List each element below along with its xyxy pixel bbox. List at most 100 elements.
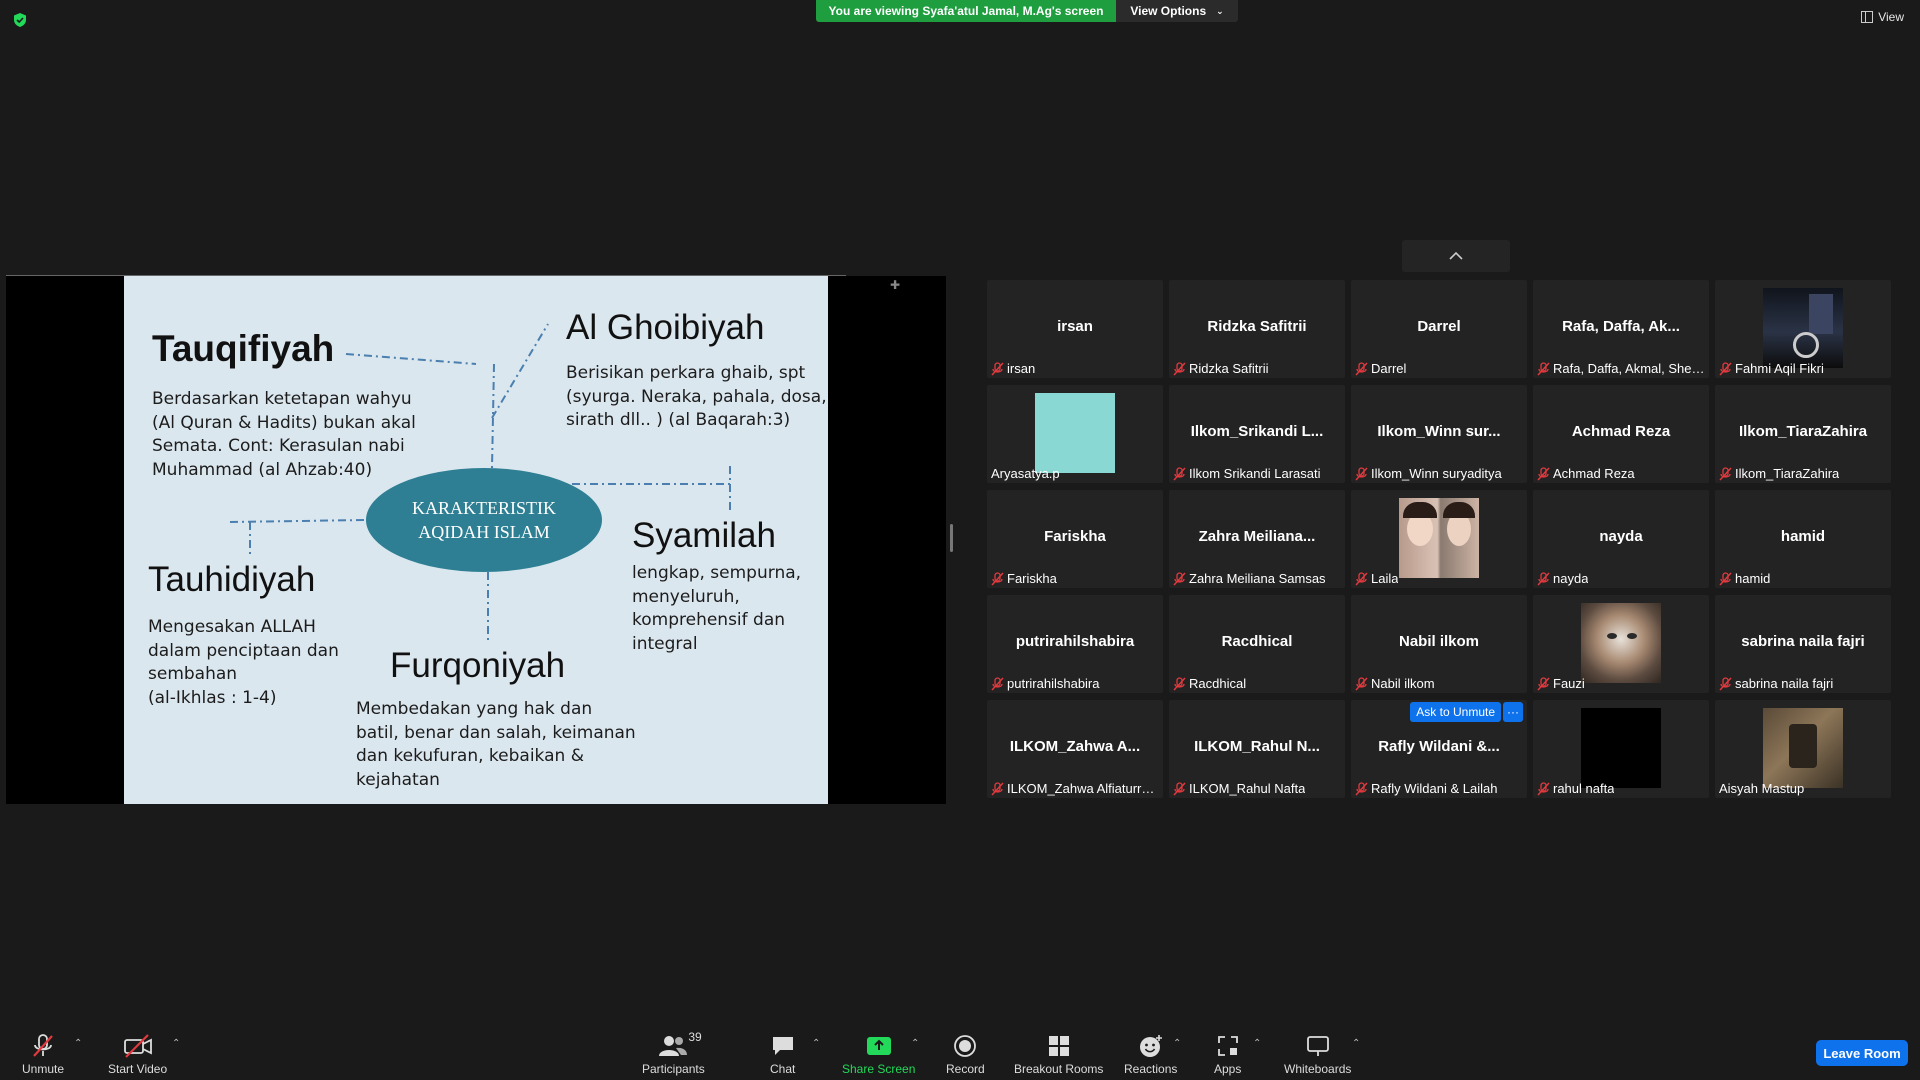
participant-video xyxy=(1399,498,1479,578)
video-options-caret-icon[interactable]: ⌃ xyxy=(172,1038,180,1049)
participant-tile[interactable]: Nabil ilkom Nabil ilkom xyxy=(1351,595,1527,693)
participant-tile[interactable]: Racdhical Racdhical xyxy=(1169,595,1345,693)
participant-label-text: Fariskha xyxy=(1007,571,1057,586)
mic-muted-icon xyxy=(991,676,1004,691)
exit-fullscreen-icon[interactable]: ✚ xyxy=(890,278,900,292)
breakout-rooms-label: Breakout Rooms xyxy=(1014,1062,1104,1076)
apps-options-caret-icon[interactable]: ⌃ xyxy=(1253,1038,1261,1049)
participant-tile[interactable]: sabrina naila fajri sabrina naila fajri xyxy=(1715,595,1891,693)
participant-tile[interactable]: Aryasatya.p xyxy=(987,385,1163,483)
whiteboards-button[interactable]: Whiteboards xyxy=(1284,1032,1351,1076)
more-options-button[interactable]: ··· xyxy=(1503,702,1523,722)
participant-name-label: Racdhical xyxy=(1173,676,1341,691)
share-screen-button[interactable]: Share Screen xyxy=(842,1032,915,1076)
breakout-rooms-button[interactable]: Breakout Rooms xyxy=(1014,1032,1103,1076)
participant-label-text: ILKOM_Rahul Nafta xyxy=(1189,781,1306,796)
participant-tile[interactable]: Rafa, Daffa, Ak... Rafa, Daffa, Akmal, Sh… xyxy=(1533,280,1709,378)
participant-display-name: ILKOM_Rahul N... xyxy=(1194,738,1320,755)
furqoniyah-title: Furqoniyah xyxy=(390,646,566,685)
participant-label-text: Aryasatya.p xyxy=(991,466,1060,481)
participant-display-name: Achmad Reza xyxy=(1571,423,1671,440)
participant-tile[interactable]: Darrel Darrel xyxy=(1351,280,1527,378)
participant-tile[interactable]: ILKOM_Rahul N... ILKOM_Rahul Nafta xyxy=(1169,700,1345,798)
participant-tile[interactable]: putrirahilshabira putrirahilshabira xyxy=(987,595,1163,693)
participant-tile[interactable]: Aisyah Mastup xyxy=(1715,700,1891,798)
participant-name-label: Fauzi xyxy=(1537,676,1705,691)
furqoniyah-text: Membedakan yang hak dan batil, benar dan… xyxy=(356,699,636,790)
mic-muted-icon xyxy=(1173,361,1186,376)
audio-options-caret-icon[interactable]: ⌃ xyxy=(74,1038,82,1049)
participant-label-text: Rafly Wildani & Lailah xyxy=(1371,781,1498,796)
gallery-page-up-button[interactable] xyxy=(1402,240,1510,272)
participant-tile[interactable]: Laila xyxy=(1351,490,1527,588)
participant-label-text: Racdhical xyxy=(1189,676,1247,691)
syamilah-text: lengkap, sempurna, menyeluruh, komprehen… xyxy=(632,563,802,654)
participant-tile[interactable]: Zahra Meiliana... Zahra Meiliana Samsas xyxy=(1169,490,1345,588)
participant-label-text: Ilkom Srikandi Larasati xyxy=(1189,466,1321,481)
security-shield-icon[interactable] xyxy=(12,12,28,28)
participant-tile[interactable]: Fauzi xyxy=(1533,595,1709,693)
shared-screen[interactable]: Tauqifiyah Berdasarkan ketetapan wahyu (… xyxy=(6,276,946,804)
mic-muted-icon xyxy=(1537,676,1550,691)
tauqifiyah-title: Tauqifiyah xyxy=(152,328,335,369)
participant-name-label: Laila xyxy=(1355,571,1523,586)
participant-tile[interactable]: Ilkom_Winn sur... Ilkom_Winn suryaditya xyxy=(1351,385,1527,483)
participant-name-label: Aryasatya.p xyxy=(991,466,1159,481)
mic-muted-icon xyxy=(1355,466,1368,481)
participant-tile[interactable]: irsan irsan xyxy=(987,280,1163,378)
chevron-up-icon xyxy=(1449,252,1463,260)
tauhidiyah-text: Mengesakan ALLAH dalam penciptaan dan se… xyxy=(148,617,339,708)
participant-display-name: Nabil ilkom xyxy=(1398,633,1480,650)
participant-video xyxy=(1763,288,1843,368)
record-button[interactable]: Record xyxy=(946,1032,985,1076)
mic-muted-icon xyxy=(1355,571,1368,586)
center-line-1: KARAKTERISTIK xyxy=(412,498,556,518)
apps-label: Apps xyxy=(1214,1062,1242,1076)
mic-muted-icon xyxy=(1719,571,1732,586)
participant-video xyxy=(1035,393,1115,473)
chat-options-caret-icon[interactable]: ⌃ xyxy=(812,1038,820,1049)
start-video-button[interactable]: Start Video xyxy=(108,1032,167,1076)
leave-room-button[interactable]: Leave Room xyxy=(1816,1040,1908,1066)
view-button[interactable]: View xyxy=(1861,10,1904,24)
center-line-2: AQIDAH ISLAM xyxy=(418,522,550,542)
participant-tile[interactable]: Ridzka Safitrii Ridzka Safitrii xyxy=(1169,280,1345,378)
whiteboard-icon xyxy=(1306,1032,1330,1060)
participant-tile[interactable]: Fahmi Aqil Fikri xyxy=(1715,280,1891,378)
participant-name-label: putrirahilshabira xyxy=(991,676,1159,691)
participant-name-label: ILKOM_Rahul Nafta xyxy=(1173,781,1341,796)
ask-to-unmute-button[interactable]: Ask to Unmute xyxy=(1410,702,1501,722)
participant-tile[interactable]: Ilkom_Srikandi L... Ilkom Srikandi Larasa… xyxy=(1169,385,1345,483)
participant-tile[interactable]: Fariskha Fariskha xyxy=(987,490,1163,588)
participant-name-label: Fahmi Aqil Fikri xyxy=(1719,361,1887,376)
reactions-button[interactable]: Reactions xyxy=(1124,1032,1177,1076)
participant-tile[interactable]: Achmad Reza Achmad Reza xyxy=(1533,385,1709,483)
chevron-down-icon: ⌄ xyxy=(1216,5,1224,16)
unmute-label: Unmute xyxy=(22,1062,65,1076)
chat-button[interactable]: Chat xyxy=(770,1032,795,1076)
participant-tile[interactable]: hamid hamid xyxy=(1715,490,1891,588)
participant-name-label: Darrel xyxy=(1355,361,1523,376)
participant-tile[interactable]: Ilkom_TiaraZahira Ilkom_TiaraZahira xyxy=(1715,385,1891,483)
participants-button[interactable]: 39 Participants xyxy=(642,1030,705,1076)
share-options-caret-icon[interactable]: ⌃ xyxy=(911,1038,919,1049)
reactions-options-caret-icon[interactable]: ⌃ xyxy=(1173,1038,1181,1049)
participants-label: Participants xyxy=(642,1062,705,1076)
participant-tile[interactable]: ILKOM_Zahwa A... ILKOM_Zahwa Alfiaturro..… xyxy=(987,700,1163,798)
participant-label-text: nayda xyxy=(1553,571,1589,586)
whiteboards-options-caret-icon[interactable]: ⌃ xyxy=(1352,1038,1360,1049)
participant-tile[interactable]: nayda nayda xyxy=(1533,490,1709,588)
apps-button[interactable]: Apps xyxy=(1214,1032,1241,1076)
participant-label-text: Fauzi xyxy=(1553,676,1585,691)
split-resize-handle[interactable] xyxy=(950,524,953,552)
participant-tile[interactable]: rahul nafta xyxy=(1533,700,1709,798)
participant-label-text: Rafa, Daffa, Akmal, Sheira xyxy=(1553,361,1705,376)
mic-muted-icon xyxy=(1173,676,1186,691)
participant-tile[interactable]: Rafly Wildani &... Ask to Unmute ··· Rafly … xyxy=(1351,700,1527,798)
mic-off-icon xyxy=(30,1032,56,1060)
participant-label-text: Ilkom_TiaraZahira xyxy=(1735,466,1840,481)
unmute-button[interactable]: Unmute xyxy=(22,1032,64,1076)
view-options-button[interactable]: View Options ⌄ xyxy=(1116,0,1238,22)
participant-gallery: irsan irsan Ridzka Safitrii Ridzka Safitrii… xyxy=(987,280,1891,800)
mic-muted-icon xyxy=(991,361,1004,376)
